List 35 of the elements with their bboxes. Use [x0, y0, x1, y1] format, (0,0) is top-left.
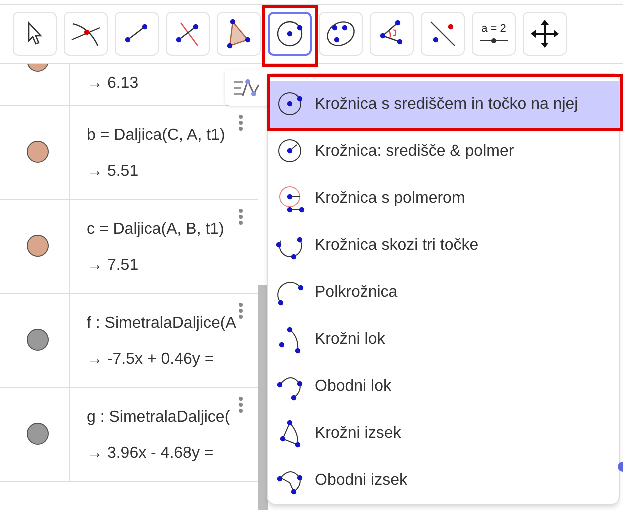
highlight-frame — [262, 5, 318, 67]
menu-item[interactable]: Obodni izsek — [268, 457, 619, 504]
object-value: → 7.51 — [87, 256, 140, 276]
object-value: → -7.5x + 0.46y = — [87, 350, 216, 370]
tool-button[interactable] — [268, 12, 312, 56]
pan-icon — [529, 18, 561, 50]
object-definition: f : SimetralaDaljice(A — [87, 314, 236, 334]
menu-item[interactable]: Krožni lok — [268, 316, 619, 363]
more-icon[interactable] — [238, 114, 244, 132]
menu-item[interactable]: Krožnica: središče & polmer — [268, 128, 619, 175]
menu-item[interactable]: Polkrožnica — [268, 269, 619, 316]
menu-item[interactable]: Obodni lok — [268, 363, 619, 410]
menu-item[interactable]: Krožnica s polmerom — [268, 175, 619, 222]
menu-item[interactable]: Krožni izsek — [268, 410, 619, 457]
menu-item[interactable]: Krožnica s središčem in točko na njej — [268, 81, 619, 128]
more-icon[interactable] — [238, 302, 244, 320]
object-value: → 6.13 — [87, 74, 139, 94]
algebra-style-button[interactable] — [225, 70, 269, 106]
object-definition: g : SimetralaDaljice( — [87, 408, 230, 428]
visibility-marker[interactable] — [27, 329, 49, 351]
point-icon — [616, 461, 623, 473]
object-definition: b = Daljica(C, A, t1) — [87, 126, 226, 146]
more-icon[interactable] — [238, 208, 244, 226]
visibility-marker[interactable] — [27, 141, 49, 163]
tool-button[interactable]: a = 2 — [472, 12, 516, 56]
scrollbar[interactable] — [258, 285, 268, 510]
graph-icon — [232, 77, 262, 99]
object-definition: c = Daljica(A, B, t1) — [87, 220, 224, 240]
visibility-marker[interactable] — [27, 235, 49, 257]
menu-item[interactable]: Krožnica skozi tri točke — [268, 222, 619, 269]
more-icon[interactable] — [238, 396, 244, 414]
object-value: → 5.51 — [87, 162, 140, 182]
visibility-marker[interactable] — [27, 423, 49, 445]
object-value: → 3.96x - 4.68y = — [87, 444, 215, 464]
slider-icon — [479, 38, 509, 44]
